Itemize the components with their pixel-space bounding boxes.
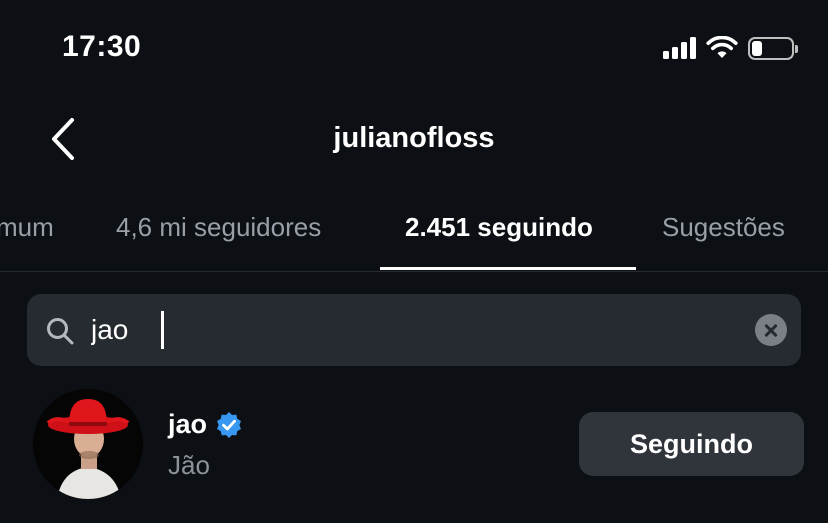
follow-tabs: mum 4,6 mi seguidores 2.451 seguindo Sug…	[0, 186, 828, 272]
cellular-signal-icon	[663, 37, 696, 59]
username-line: jao	[168, 409, 243, 440]
tab-suggestions[interactable]: Sugestões	[662, 212, 785, 243]
status-time: 17:30	[62, 30, 142, 63]
result-username[interactable]: jao	[168, 409, 207, 440]
result-full-name: Jão	[168, 450, 210, 480]
status-icons	[663, 36, 798, 60]
clear-search-icon[interactable]	[755, 314, 787, 346]
text-caret	[161, 311, 164, 349]
verified-badge-icon	[217, 411, 242, 438]
list-item[interactable]: jao Jão Seguindo	[0, 385, 828, 505]
wifi-icon	[706, 36, 738, 58]
battery-fill	[752, 40, 762, 56]
active-tab-indicator	[380, 267, 636, 270]
profile-username-title: julianofloss	[333, 122, 495, 154]
following-button[interactable]: Seguindo	[579, 412, 804, 476]
navigation-bar: julianofloss	[0, 100, 828, 180]
search-icon	[47, 318, 74, 345]
avatar[interactable]	[33, 389, 143, 499]
search-input[interactable]	[91, 294, 731, 366]
tab-mutual[interactable]: mum	[0, 212, 54, 243]
search-bar	[27, 294, 801, 366]
tab-followers[interactable]: 4,6 mi seguidores	[116, 212, 321, 243]
tab-following[interactable]: 2.451 seguindo	[405, 212, 593, 243]
status-bar: 17:30	[0, 0, 828, 100]
battery-icon	[748, 36, 798, 60]
